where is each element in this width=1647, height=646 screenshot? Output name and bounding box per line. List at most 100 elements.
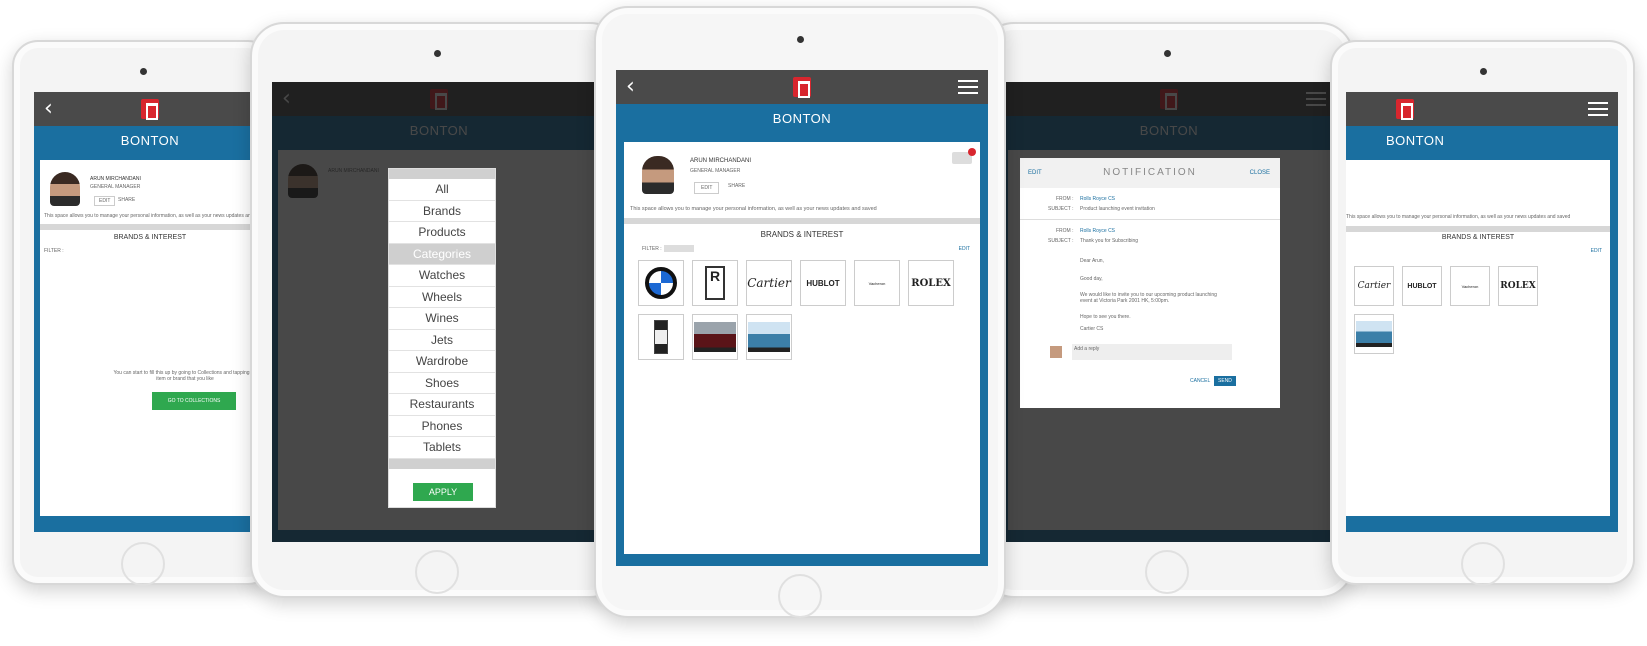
reply-input[interactable]: Add a reply: [1072, 344, 1232, 360]
brand-title: BONTON: [34, 126, 266, 156]
cancel-button[interactable]: CANCEL: [1190, 378, 1210, 384]
ipad-profile-brands: ‹ BONTON ARUN MIRCHANDANI GENERAL MANAGE…: [594, 6, 1006, 618]
home-button: [121, 542, 165, 586]
body-line: Cartier CS: [1080, 326, 1104, 332]
brand-tile-hublot[interactable]: HUBLOT: [800, 260, 846, 306]
brands-heading: BRANDS & INTEREST: [113, 234, 187, 241]
category-option[interactable]: Categories: [389, 243, 495, 265]
profile-description: This space allows you to manage your per…: [1346, 214, 1571, 220]
rolls-royce-logo-icon: R: [705, 266, 725, 300]
edit-link[interactable]: EDIT: [1591, 248, 1602, 254]
hamburger-menu-icon[interactable]: [958, 80, 978, 94]
profile-name: ARUN MIRCHANDANI: [90, 176, 141, 182]
app-logo: [793, 77, 811, 98]
back-arrow-icon[interactable]: ‹: [626, 74, 635, 99]
screen: BONTON This space allows you to manage y…: [1346, 92, 1618, 532]
item-tile-luxury-car[interactable]: [746, 314, 792, 360]
camera: [140, 68, 147, 75]
brand-tile-rolls-royce[interactable]: R: [692, 260, 738, 306]
from-label: FROM :: [1056, 196, 1074, 202]
filter-label: FILTER :: [44, 248, 64, 254]
avatar: [642, 156, 674, 194]
from-value: Rolls Royce CS: [1080, 196, 1116, 202]
filter-label: FILTER :: [642, 246, 662, 252]
share-button[interactable]: SHARE: [728, 183, 745, 189]
profile-title: GENERAL MANAGER: [690, 168, 741, 174]
brand-tile-rolex[interactable]: ROLEX: [908, 260, 954, 306]
brand-tile-vacheron[interactable]: Vacheron: [854, 260, 900, 306]
item-tile-watch[interactable]: [638, 314, 684, 360]
brand-tile-bmw[interactable]: [638, 260, 684, 306]
body-line: Hope to see you there.: [1080, 314, 1131, 320]
body-line: Dear Arun,: [1080, 258, 1104, 264]
top-bar: ‹: [34, 92, 266, 126]
notification-header: EDIT NOTIFICATION CLOSE: [1020, 158, 1280, 188]
avatar: [50, 172, 80, 206]
subject-value: Thank you for Subscribing: [1080, 238, 1139, 244]
notification-dialog: EDIT NOTIFICATION CLOSE FROM : Rolls Roy…: [1020, 158, 1280, 408]
notification-dot: [968, 148, 976, 156]
category-option[interactable]: All: [389, 179, 495, 201]
ipad-brands-edit: BONTON This space allows you to manage y…: [1330, 40, 1635, 586]
section-divider: [40, 224, 260, 230]
share-button[interactable]: SHARE: [118, 197, 135, 203]
camera: [797, 36, 804, 43]
message-body: Dear Arun, Good day, We would like to in…: [1020, 252, 1280, 362]
chevron-up-icon[interactable]: [389, 169, 495, 179]
ipad-category-picker: ‹ BONTON ARUN MIRCHANDANI AllBrandsProdu…: [250, 22, 624, 598]
message-row[interactable]: FROM : Rolls Royce CS SUBJECT : Thank yo…: [1020, 220, 1280, 252]
category-option[interactable]: Wheels: [389, 287, 495, 308]
showcase-stage: ‹ BONTON ARUN MIRCHANDANI GENERAL MANAGE…: [0, 0, 1647, 646]
category-option[interactable]: Tablets: [389, 437, 495, 459]
watch-icon: [654, 320, 668, 354]
subject-label: SUBJECT :: [1048, 238, 1074, 244]
chevron-down-icon[interactable]: [389, 458, 495, 469]
subject-value: Product launching event invitation: [1080, 206, 1155, 212]
brand-tile-vacheron[interactable]: Vacheron: [1450, 266, 1490, 306]
edit-link[interactable]: EDIT: [959, 246, 970, 252]
app-logo: [141, 99, 159, 120]
camera: [1164, 50, 1171, 57]
category-picker: All Brands Products Categories Watches Wheels…: [388, 168, 496, 508]
apply-button[interactable]: APPLY: [413, 483, 473, 501]
camera: [1479, 68, 1487, 75]
notification-edit-button[interactable]: EDIT: [1028, 158, 1042, 188]
ipad-empty-state: ‹ BONTON ARUN MIRCHANDANI GENERAL MANAGE…: [12, 40, 274, 586]
edit-button[interactable]: EDIT: [694, 182, 720, 194]
car-image-icon: [694, 322, 736, 352]
empty-message: You can start to fill this up by going t…: [113, 370, 257, 382]
top-bar: [1346, 92, 1618, 126]
body-line: We would like to invite you to our upcom…: [1080, 292, 1217, 304]
category-option[interactable]: Restaurants: [389, 394, 495, 416]
back-arrow-icon[interactable]: ‹: [44, 96, 53, 121]
home-button: [1145, 550, 1189, 594]
screen: BONTON EDIT NOTIFICATION CLOSE FROM : Ro…: [1002, 82, 1336, 542]
category-option[interactable]: Products: [389, 222, 495, 244]
brand-tile-cartier[interactable]: Cartier: [746, 260, 792, 306]
item-tile-rolls-royce-car[interactable]: [692, 314, 738, 360]
category-option[interactable]: Watches: [389, 265, 495, 287]
category-option[interactable]: Wardrobe: [389, 351, 495, 373]
brand-tile-cartier[interactable]: Cartier: [1354, 266, 1394, 306]
category-option[interactable]: Jets: [389, 330, 495, 351]
category-option[interactable]: Wines: [389, 308, 495, 330]
car-image-icon: [1356, 321, 1392, 347]
category-option[interactable]: Shoes: [389, 373, 495, 394]
hamburger-menu-icon[interactable]: [1588, 102, 1608, 116]
profile-panel: This space allows you to manage your per…: [1346, 160, 1610, 516]
category-option[interactable]: Phones: [389, 416, 495, 437]
brand-tile-hublot[interactable]: HUBLOT: [1402, 266, 1442, 306]
from-value: Rolls Royce CS: [1080, 228, 1116, 234]
item-tile-luxury-car[interactable]: [1354, 314, 1394, 354]
profile-title: GENERAL MANAGER: [90, 184, 141, 190]
category-option[interactable]: Brands: [389, 201, 495, 222]
from-label: FROM :: [1056, 228, 1074, 234]
notification-close-button[interactable]: CLOSE: [1250, 158, 1270, 188]
edit-button[interactable]: EDIT: [94, 196, 116, 206]
go-to-collections-button[interactable]: GO TO COLLECTIONS: [152, 392, 236, 410]
brand-tile-rolex[interactable]: ROLEX: [1498, 266, 1538, 306]
filter-dropdown[interactable]: [664, 245, 694, 252]
message-row[interactable]: FROM : Rolls Royce CS SUBJECT : Product …: [1020, 188, 1280, 220]
ipad-notification: BONTON EDIT NOTIFICATION CLOSE FROM : Ro…: [980, 22, 1354, 598]
send-button[interactable]: SEND: [1214, 376, 1236, 386]
